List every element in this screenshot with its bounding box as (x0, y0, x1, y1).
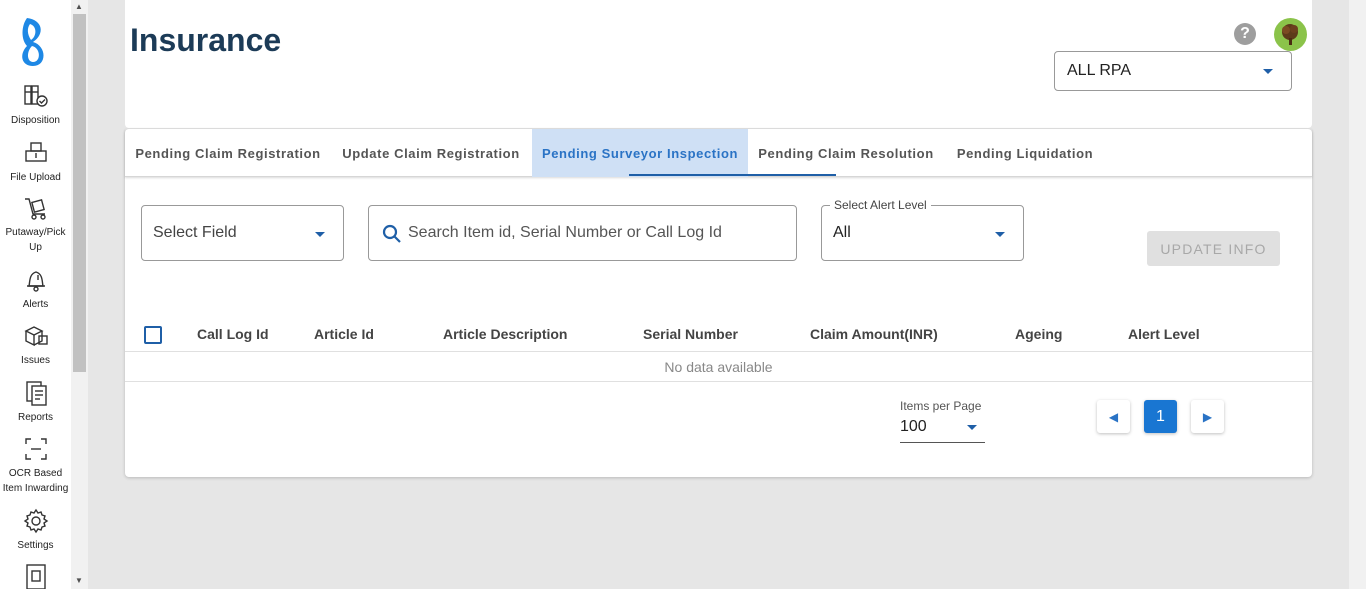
chevron-down-icon (315, 232, 325, 237)
items-per-page-underline (900, 442, 985, 443)
sidebar-item-label: Alerts (22, 299, 49, 310)
tab-indicator (629, 174, 836, 176)
page-1-button[interactable]: 1 (1144, 400, 1177, 433)
sidebar-item-label: Disposition (11, 115, 60, 126)
sidebar-item-label: Putaway/Pick Up (5, 227, 66, 253)
sidebar-item-label: Issues (21, 355, 50, 366)
sidebar-item-settings[interactable]: Settings (0, 507, 71, 553)
search-input[interactable]: Search Item id, Serial Number or Call Lo… (368, 205, 797, 261)
next-page-button[interactable]: ▶ (1191, 400, 1224, 433)
sidebar-item-reports[interactable]: Reports (0, 379, 71, 425)
column-header-call-log-id[interactable]: Call Log Id (197, 326, 269, 342)
items-per-page-select[interactable]: 100 (900, 418, 927, 436)
sidebar-item-file-upload[interactable]: File Upload (0, 139, 71, 185)
avatar-tree-icon (1282, 24, 1298, 45)
tab-bar: Pending Claim Registration Update Claim … (125, 129, 1312, 177)
file-upload-icon (24, 142, 47, 162)
sidebar-item-label: Settings (17, 540, 54, 551)
chevron-down-icon[interactable] (967, 425, 977, 430)
tab-update-claim-registration[interactable]: Update Claim Registration (331, 129, 531, 177)
sidebar-item-more[interactable] (0, 563, 71, 589)
disposition-icon (23, 85, 48, 107)
chevron-down-icon (995, 232, 1005, 237)
select-all-checkbox[interactable] (144, 326, 162, 344)
empty-table-message: No data available (664, 359, 773, 375)
sidebar-item-label: File Upload (10, 172, 61, 183)
table-header-divider (125, 351, 1312, 352)
column-header-alert-level[interactable]: Alert Level (1128, 326, 1200, 342)
column-header-article-id[interactable]: Article Id (314, 326, 374, 342)
tab-pending-liquidation[interactable]: Pending Liquidation (944, 129, 1106, 177)
alert-level-label: Select Alert Level (830, 198, 931, 212)
chevron-left-icon: ◀ (1108, 409, 1119, 424)
chevron-right-icon: ▶ (1202, 409, 1213, 424)
chevron-down-icon (1263, 69, 1273, 74)
column-header-serial-number[interactable]: Serial Number (643, 326, 738, 342)
cart-icon (24, 198, 46, 220)
sidebar-item-alerts[interactable]: Alerts (0, 266, 71, 312)
bell-icon (26, 271, 45, 292)
column-header-article-description[interactable]: Article Description (443, 326, 567, 342)
sidebar-scrollbar[interactable]: ▲ ▼ (71, 0, 88, 589)
help-icon[interactable]: ? (1234, 23, 1256, 45)
main-card: Pending Claim Registration Update Claim … (125, 129, 1312, 477)
tab-pending-claim-resolution[interactable]: Pending Claim Resolution (748, 129, 944, 177)
search-placeholder: Search Item id, Serial Number or Call Lo… (408, 224, 722, 241)
sidebar-item-issues[interactable]: Issues (0, 322, 71, 368)
page-scrollbar[interactable] (1349, 0, 1366, 589)
select-field-placeholder: Select Field (153, 224, 237, 241)
header-card: Insurance ? ALL RPA (125, 0, 1312, 128)
select-field-dropdown[interactable]: Select Field (141, 205, 344, 261)
page-title: Insurance (130, 22, 282, 58)
column-header-claim-amount[interactable]: Claim Amount(INR) (810, 326, 938, 342)
gear-icon (23, 508, 48, 534)
prev-page-button[interactable]: ◀ (1097, 400, 1130, 433)
sidebar-item-label: OCR Based Item Inwarding (2, 468, 69, 494)
app-logo[interactable] (17, 14, 51, 70)
column-header-ageing[interactable]: Ageing (1015, 326, 1062, 342)
scroll-up-arrow-icon[interactable]: ▲ (75, 2, 83, 11)
update-info-button[interactable]: UPDATE INFO (1147, 231, 1280, 266)
avatar[interactable] (1274, 18, 1307, 51)
tab-pending-surveyor-inspection[interactable]: Pending Surveyor Inspection (532, 129, 748, 177)
sidebar-item-label: Reports (17, 412, 53, 423)
report-icon (25, 381, 47, 406)
sidebar-item-ocr[interactable]: OCR Based Item Inwarding (0, 435, 71, 496)
alert-level-value: All (833, 224, 851, 241)
rpa-select-value: ALL RPA (1067, 62, 1132, 79)
sidebar-item-disposition[interactable]: Disposition (0, 82, 71, 128)
tab-pending-claim-registration[interactable]: Pending Claim Registration (125, 129, 331, 177)
rpa-select[interactable]: ALL RPA (1054, 51, 1292, 91)
document-icon (25, 564, 46, 589)
items-per-page-label: Items per Page (900, 399, 982, 413)
boxes-icon (23, 326, 48, 347)
sidebar-item-putaway[interactable]: Putaway/Pick Up (0, 194, 71, 255)
search-icon (382, 224, 401, 243)
alert-level-select[interactable]: Select Alert Level All (821, 198, 1024, 261)
sidebar: Disposition File Upload Putaway/Pick Up … (0, 0, 71, 589)
table-footer-divider (125, 381, 1312, 382)
scan-icon (24, 438, 47, 460)
scrollbar-thumb[interactable] (73, 14, 86, 372)
scroll-down-arrow-icon[interactable]: ▼ (75, 576, 83, 585)
